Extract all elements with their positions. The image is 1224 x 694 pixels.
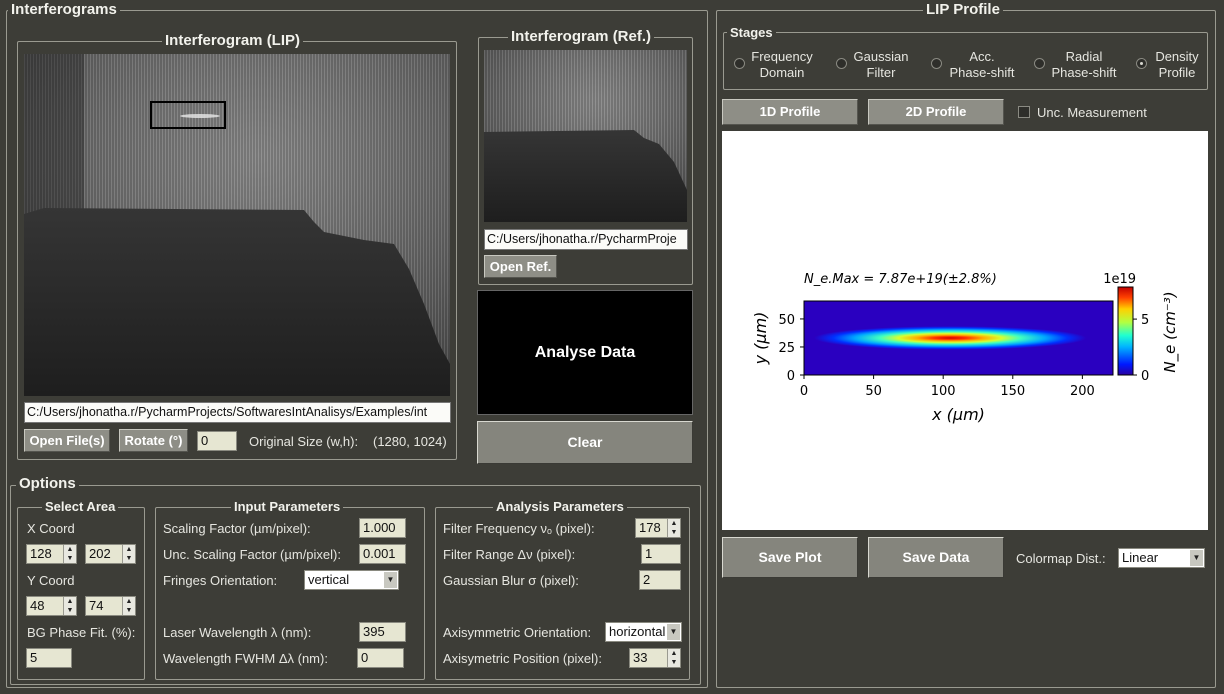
rotate-button[interactable]: Rotate (°): [119, 429, 188, 452]
input-parameters-title: Input Parameters: [231, 499, 344, 514]
ref-interferogram-image[interactable]: [484, 50, 687, 222]
heatmap-density-blob: [814, 326, 1087, 350]
stage-frequency-domain-radio[interactable]: [734, 58, 745, 69]
y-tick-label: 50: [778, 313, 795, 328]
save-plot-button[interactable]: Save Plot: [722, 537, 858, 578]
y-tick-label: 25: [778, 341, 795, 356]
analyse-data-label: Analyse Data: [534, 344, 636, 361]
y-tick-label: 0: [787, 369, 795, 384]
scaling-factor-label: Scaling Factor (µm/pixel):: [163, 521, 311, 536]
bg-phase-fit-input[interactable]: 5: [26, 648, 72, 668]
x-coord-label: X Coord: [27, 521, 75, 536]
y-coord-end-input[interactable]: 74 ▲ ▼: [85, 596, 136, 616]
open-files-button[interactable]: Open File(s): [24, 429, 110, 452]
x-axis-label: x (µm): [931, 405, 985, 424]
colormap-dist-select[interactable]: Linear ▼: [1118, 548, 1205, 568]
x-tick-label: 200: [1070, 384, 1095, 399]
colorbar-tick-label: 0: [1141, 369, 1149, 384]
ref-interferogram-title: Interferogram (Ref.): [508, 28, 655, 45]
y-coord-label: Y Coord: [27, 573, 75, 588]
chart-title: N_e.Max = 7.87e+19(±2.8%): [804, 272, 997, 287]
stage-acc-phase-shift-radio[interactable]: [931, 58, 942, 69]
unc-measurement-label: Unc. Measurement: [1037, 105, 1147, 120]
bg-phase-fit-label: BG Phase Fit. (%):: [27, 625, 136, 640]
lip-profile-title: LIP Profile: [923, 1, 1003, 18]
scaling-factor-input[interactable]: 1.000: [359, 518, 406, 538]
options-title: Options: [16, 475, 79, 492]
colorbar-multiplier: 1e19: [1103, 272, 1136, 287]
colormap-dist-label: Colormap Dist.:: [1016, 551, 1106, 566]
analysis-parameters-title: Analysis Parameters: [493, 499, 627, 514]
stage-density-profile-radio[interactable]: [1136, 58, 1147, 69]
ref-interferogram-graphic: [484, 50, 687, 222]
rotate-angle-input[interactable]: 0: [197, 431, 237, 451]
fringes-orientation-label: Fringes Orientation:: [163, 573, 278, 588]
x-tick-label: 50: [865, 384, 882, 399]
analyse-data-button[interactable]: Analyse Data: [477, 290, 693, 415]
profile-2d-button[interactable]: 2D Profile: [868, 99, 1004, 125]
filter-frequency-input[interactable]: 178 ▲ ▼: [635, 518, 681, 538]
axisymmetric-orientation-label: Axisymmetric Orientation:: [443, 625, 592, 640]
lip-interferogram-image[interactable]: [24, 54, 450, 396]
laser-wavelength-label: Laser Wavelength λ (nm):: [163, 625, 312, 640]
chevron-down-icon: ▼: [667, 624, 680, 640]
stage-acc-phase-shift-label: Acc. Phase-shift: [949, 49, 1015, 80]
gaussian-blur-input[interactable]: 2: [639, 570, 681, 590]
colorbar-tick-label: 5: [1141, 313, 1149, 328]
filter-frequency-label: Filter Frequency νₒ (pixel):: [443, 521, 595, 536]
colorbar: [1117, 286, 1134, 376]
x-tick-label: 100: [931, 384, 956, 399]
stage-frequency-domain-label: Frequency Domain: [751, 49, 813, 80]
ref-file-path-field[interactable]: C:/Users/jhonatha.r/PycharmProje: [484, 229, 688, 250]
y-coord-start-input[interactable]: 48 ▲ ▼: [26, 596, 77, 616]
chevron-down-icon: ▼: [1190, 550, 1203, 566]
axisymmetric-position-input[interactable]: 33 ▲ ▼: [629, 648, 681, 668]
colorbar-label: N_e (cm⁻³): [1161, 291, 1180, 372]
gaussian-blur-label: Gaussian Blur σ (pixel):: [443, 573, 579, 588]
stage-radial-phase-shift-label: Radial Phase-shift: [1051, 49, 1117, 80]
x-coord-end-input[interactable]: 202 ▲ ▼: [85, 544, 136, 564]
wavelength-fwhm-label: Wavelength FWHM Δλ (nm):: [163, 651, 328, 666]
lip-file-path-field[interactable]: C:/Users/jhonatha.r/PycharmProjects/Soft…: [24, 402, 451, 423]
fringes-orientation-select[interactable]: vertical ▼: [304, 570, 399, 590]
filter-range-label: Filter Range Δν (pixel):: [443, 547, 576, 562]
x-tick-label: 150: [1000, 384, 1025, 399]
chevron-down-icon: ▼: [384, 572, 397, 588]
x-tick-label: 0: [800, 384, 808, 399]
unc-scaling-factor-input[interactable]: 0.001: [359, 544, 406, 564]
laser-wavelength-input[interactable]: 395: [359, 622, 406, 642]
stages-title: Stages: [727, 25, 776, 40]
x-coord-start-input[interactable]: 128 ▲ ▼: [26, 544, 77, 564]
lip-interferogram-graphic: [24, 54, 450, 396]
density-heatmap-chart: 0 50 100 150 20002550x (µm)y (µm)N_e.Max = 7…: [751, 272, 1180, 424]
profile-1d-button[interactable]: 1D Profile: [722, 99, 858, 125]
clear-button[interactable]: Clear: [477, 421, 693, 464]
wavelength-fwhm-input[interactable]: 0: [357, 648, 404, 668]
save-data-button[interactable]: Save Data: [868, 537, 1004, 578]
filter-range-input[interactable]: 1: [641, 544, 681, 564]
lip-interferogram-title: Interferogram (LIP): [162, 32, 304, 49]
stage-gaussian-filter-label: Gaussian Filter: [853, 49, 909, 80]
open-ref-button[interactable]: Open Ref.: [484, 255, 557, 278]
original-size-value: (1280, 1024): [373, 434, 447, 449]
axisymmetric-position-label: Axisymetric Position (pixel):: [443, 651, 602, 666]
stage-radial-phase-shift-radio[interactable]: [1034, 58, 1045, 69]
original-size-label: Original Size (w,h):: [249, 434, 359, 449]
density-plot-canvas[interactable]: 0 50 100 150 200 0 25 50 x (µm) y (µm) N_e.Max = 7…: [722, 131, 1208, 530]
unc-measurement-checkbox[interactable]: [1018, 106, 1030, 118]
y-axis-label: y (µm): [751, 312, 770, 366]
interferograms-title: Interferograms: [8, 1, 120, 18]
select-area-title: Select Area: [42, 499, 119, 514]
unc-scaling-factor-label: Unc. Scaling Factor (µm/pixel):: [163, 547, 341, 562]
stage-gaussian-filter-radio[interactable]: [836, 58, 847, 69]
axisymmetric-orientation-select[interactable]: horizontal ▼: [605, 622, 682, 642]
stage-density-profile-label: Density Profile: [1155, 49, 1199, 80]
